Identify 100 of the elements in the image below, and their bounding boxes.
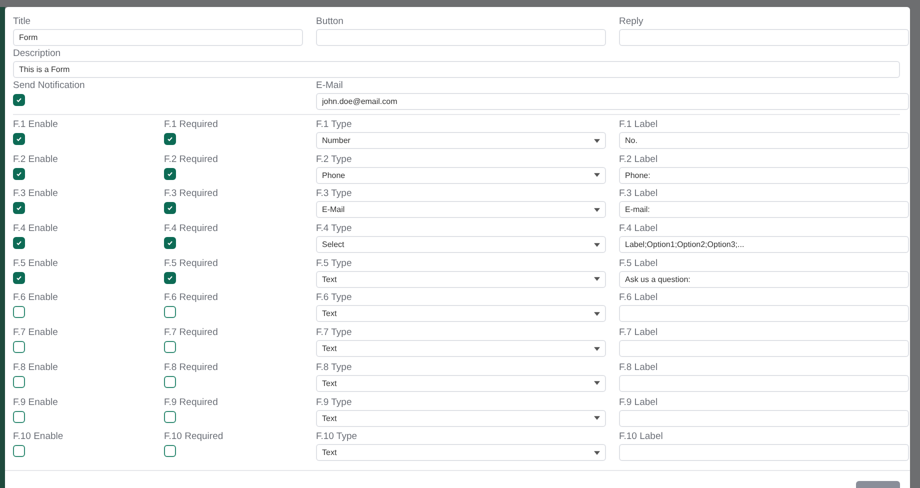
input-field[interactable]: Ask us a question: [619,270,909,288]
input-field[interactable] [619,305,909,322]
input-field[interactable] [316,29,606,46]
field-label: F.3 Type [316,188,353,200]
checkbox[interactable] [164,376,176,388]
check-icon [15,204,23,212]
checkbox[interactable] [13,341,25,354]
field-label: F.5 Label [619,258,659,269]
checkbox[interactable] [164,168,176,180]
field-label: F.2 Type [316,154,353,165]
input-field[interactable]: This is a Form [13,61,900,78]
check-icon [15,96,23,104]
field-label: F.2 Required [164,154,219,165]
checkbox[interactable] [164,410,176,422]
checkbox[interactable] [13,306,25,318]
input-field[interactable] [619,340,909,358]
field-label: F.4 Enable [13,223,59,234]
field-label: F.1 Label [619,119,659,130]
field-label: Description [13,48,62,59]
field-label: Button [316,16,344,27]
check-icon [166,239,174,248]
input-field[interactable]: Phone: [619,166,909,184]
caret-icon [594,173,600,178]
caret-icon [594,138,600,142]
select-dropdown[interactable]: Phone [316,166,606,184]
checkbox[interactable] [13,133,25,145]
select-dropdown[interactable]: E-Mail [316,201,606,218]
input-field[interactable]: No. [619,132,909,149]
field-label: F.8 Enable [13,362,59,373]
checkbox[interactable] [13,94,25,106]
field-label: F.1 Type [316,119,353,130]
field-label: Send Notification [13,80,86,91]
field-label: F.5 Required [164,258,219,269]
field-label: F.3 Enable [13,188,59,200]
checkbox[interactable] [13,237,25,250]
input-field[interactable]: Label;Option1;Option2;Option3;... [619,236,909,254]
field-label: F.7 Type [316,327,353,338]
field-label: F.4 Required [164,223,219,234]
select-dropdown[interactable]: Text [316,340,606,358]
caret-icon [594,277,600,282]
check-icon [15,274,23,282]
field-label: F.8 Required [164,362,219,373]
caret-icon [594,450,600,455]
field-label: F.2 Enable [13,154,59,165]
field-label: F.10 Enable [13,431,64,442]
select-dropdown[interactable]: Text [316,374,606,392]
select-dropdown[interactable]: Text [316,410,606,426]
caret-icon [594,208,600,212]
checkbox[interactable] [164,202,176,214]
field-label: F.3 Required [164,188,219,200]
checkbox[interactable] [164,306,176,318]
field-label: F.10 Required [164,431,224,442]
field-label: F.8 Label [619,362,659,373]
input-field[interactable] [619,374,909,392]
field-label: F.10 Type [316,431,358,442]
field-label: F.9 Required [164,396,219,408]
select-dropdown[interactable]: Number [316,132,606,149]
select-dropdown[interactable]: Text [316,444,606,462]
checkbox[interactable] [13,168,25,180]
field-label: F.2 Label [619,154,659,165]
caret-icon [594,312,600,316]
field-label: F.9 Label [619,396,659,408]
checkbox[interactable] [164,133,176,145]
checkbox[interactable] [13,410,25,422]
field-label: F.7 Required [164,327,219,338]
field-label: F.5 Type [316,258,353,269]
field-label: F.9 Enable [13,396,59,408]
input-field[interactable]: E-mail: [619,201,909,218]
field-label: F.8 Type [316,362,353,373]
field-label: E-Mail [316,80,344,91]
check-icon [166,204,174,212]
checkbox[interactable] [164,237,176,250]
check-icon [166,274,174,282]
field-label: F.4 Type [316,223,353,234]
field-label: F.1 Required [164,119,219,130]
input-field[interactable] [619,29,909,46]
select-dropdown[interactable]: Text [316,305,606,322]
input-field[interactable] [619,444,909,462]
input-field[interactable] [619,410,909,426]
input-field[interactable]: john.doe@email.com [316,93,909,110]
field-label: F.1 Enable [13,119,59,130]
field-label: F.6 Required [164,292,219,304]
caret-icon [594,346,600,351]
checkbox[interactable] [164,445,176,458]
field-label: F.6 Label [619,292,659,304]
checkbox[interactable] [13,376,25,388]
check-icon [166,135,174,143]
field-label: F.7 Enable [13,327,59,338]
check-icon [15,239,23,248]
select-dropdown[interactable]: Text [316,270,606,288]
check-icon [15,135,23,143]
select-dropdown[interactable]: Select [316,236,606,254]
checkbox[interactable] [13,445,25,458]
input-field[interactable]: Form [13,29,303,46]
checkbox[interactable] [164,341,176,354]
field-label: F.6 Type [316,292,353,304]
checkbox[interactable] [13,202,25,214]
checkbox[interactable] [13,272,25,284]
checkbox[interactable] [164,272,176,284]
field-label: F.5 Enable [13,258,59,269]
